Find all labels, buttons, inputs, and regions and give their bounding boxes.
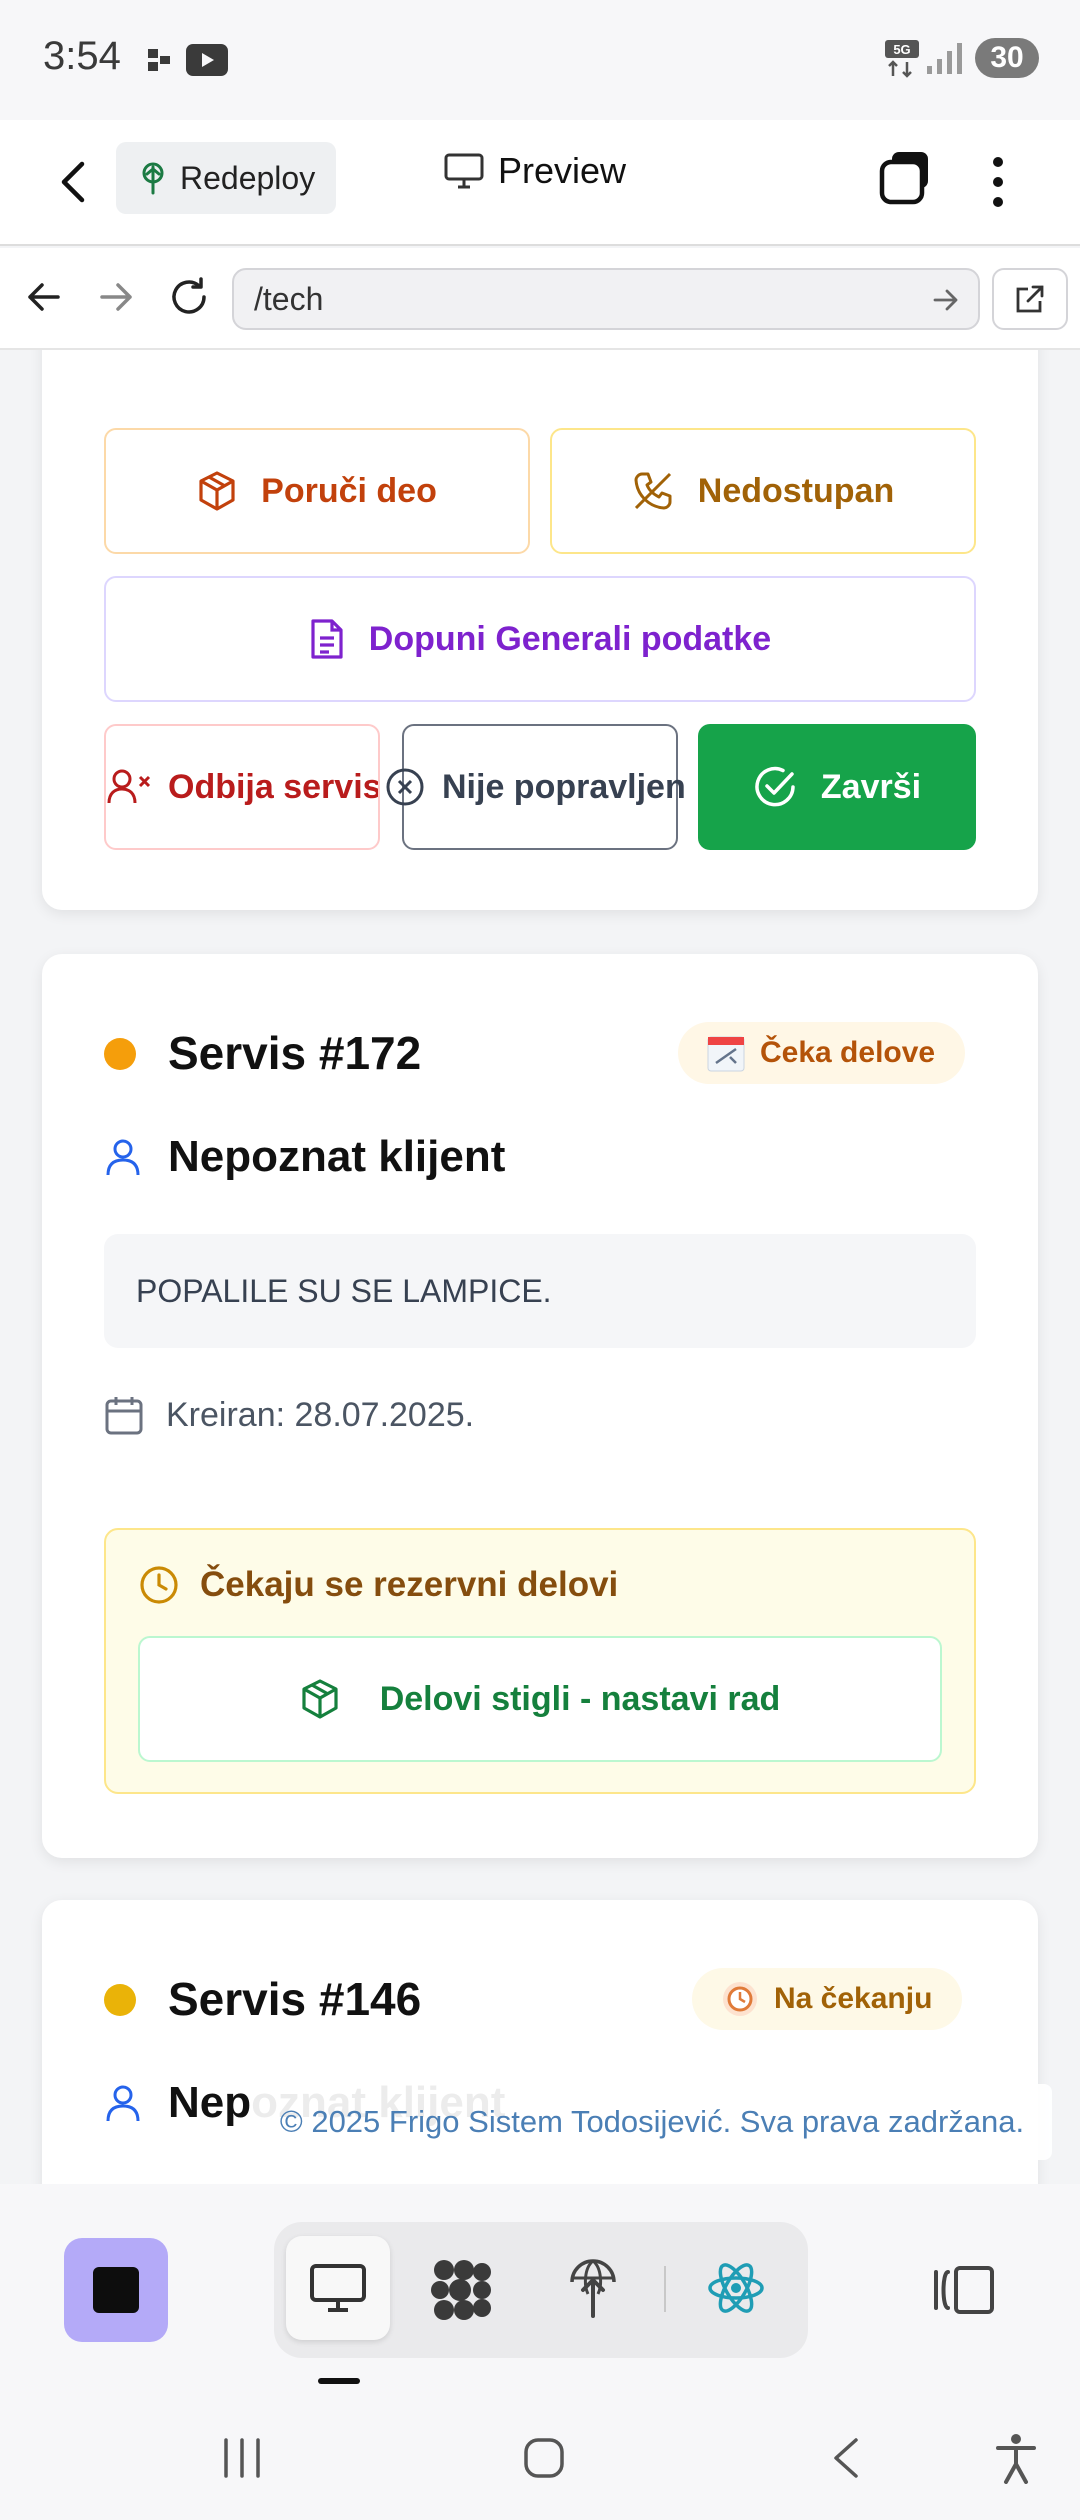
browser-back-icon[interactable] [24, 278, 62, 316]
phone-off-icon [632, 470, 674, 512]
bottom-toolbar [0, 2184, 1080, 2400]
status-badge-label: Na čekanju [774, 1982, 933, 2015]
deploy-globe-icon[interactable] [566, 2252, 620, 2318]
side-panel-icon[interactable] [930, 2264, 996, 2316]
system-nav-bar [0, 2400, 1080, 2520]
react-icon[interactable] [706, 2258, 766, 2318]
parts-arrived-label: Delovi stigli - nastavi rad [379, 1679, 781, 1718]
network-5g-icon: 5G [885, 40, 919, 78]
status-badge: Čeka delove [678, 1022, 966, 1084]
desktop-view-icon[interactable] [286, 2236, 390, 2340]
home-icon[interactable] [522, 2436, 566, 2480]
finish-label: Završi [820, 767, 922, 806]
preview-title: Preview [444, 150, 626, 192]
stop-icon [93, 2267, 139, 2313]
redeploy-button[interactable]: Redeploy [116, 142, 336, 214]
browser-bar: /tech [0, 248, 1080, 350]
url-go-icon[interactable] [932, 286, 960, 314]
client-name: Nepoznat klijent [104, 1132, 505, 1182]
battery-indicator: 30 [975, 38, 1039, 78]
url-text: /tech [254, 280, 324, 317]
redeploy-label: Redeploy [180, 159, 316, 196]
notification-dots-icon [148, 47, 172, 73]
preview-label: Preview [498, 150, 627, 191]
unavailable-label: Nedostupan [697, 471, 895, 510]
accessibility-icon[interactable] [994, 2432, 1038, 2484]
parts-arrived-button[interactable]: Delovi stigli - nastavi rad [138, 1636, 942, 1762]
user-icon [104, 2083, 142, 2123]
status-bar: 3:54 5G 30 [0, 0, 1080, 120]
waiting-parts-text: Čekaju se rezervni delovi [200, 1565, 619, 1604]
calendar-icon [104, 1394, 144, 1436]
package-icon [197, 470, 237, 512]
redeploy-icon [138, 161, 168, 195]
user-icon [104, 1137, 142, 1177]
created-date-text: Kreiran: 28.07.2025. [166, 1395, 475, 1434]
clock-icon [138, 1564, 180, 1606]
calendar-badge-icon [706, 1033, 746, 1073]
monitor-icon [444, 153, 484, 189]
status-dot [104, 1038, 136, 1070]
browser-forward-icon[interactable] [98, 278, 136, 316]
waiting-parts-title: Čekaju se rezervni delovi [138, 1564, 618, 1606]
unavailable-button[interactable]: Nedostupan [550, 428, 976, 554]
recent-apps-icon[interactable] [220, 2436, 264, 2480]
waiting-parts-box: Čekaju se rezervni delovi Delovi stigli … [104, 1528, 976, 1794]
page-content: Poruči deo Nedostupan Dopuni Generali po… [0, 350, 1080, 2184]
check-circle-icon [753, 765, 797, 809]
active-view-indicator [318, 2378, 360, 2384]
client-name-text: Nepoznat klijent [168, 1132, 506, 1181]
stop-button[interactable] [64, 2238, 168, 2342]
user-x-icon [106, 767, 152, 807]
nav-back-icon[interactable] [826, 2436, 866, 2480]
package-check-icon [300, 1678, 340, 1720]
status-badge: Na čekanju [692, 1968, 963, 2030]
refuses-service-button[interactable]: Odbija servis [104, 724, 380, 850]
status-dot [104, 1984, 136, 2016]
service-actions-card: Poruči deo Nedostupan Dopuni Generali po… [42, 350, 1038, 910]
more-options-icon[interactable] [990, 154, 1006, 210]
complete-generali-button[interactable]: Dopuni Generali podatke [104, 576, 976, 702]
complete-generali-label: Dopuni Generali podatke [368, 619, 772, 658]
service-title: Servis #172 [168, 1027, 422, 1079]
status-badge-label: Čeka delove [760, 1036, 936, 1069]
x-circle-icon [384, 766, 426, 808]
svg-text:5G: 5G [893, 42, 910, 57]
status-time: 3:54 [43, 34, 121, 78]
url-bar[interactable]: /tech [232, 268, 980, 330]
document-icon [309, 618, 345, 660]
app-bar: Redeploy Preview [0, 120, 1080, 246]
order-part-button[interactable]: Poruči deo [104, 428, 530, 554]
service-title: Servis #146 [168, 1973, 422, 2025]
created-date: Kreiran: 28.07.2025. [104, 1394, 474, 1436]
refuses-service-label: Odbija servis [168, 767, 380, 806]
open-external-icon[interactable] [992, 268, 1068, 330]
not-repaired-button[interactable]: Nije popravljen [386, 724, 686, 850]
view-switcher [274, 2222, 808, 2358]
service-description: POPALILE SU SE LAMPICE. [104, 1234, 976, 1348]
hourglass-badge-icon [720, 1979, 760, 2019]
copyright-footer: © 2025 Frigo Sistem Todosijević. Sva pra… [252, 2084, 1052, 2160]
reload-icon[interactable] [168, 276, 210, 318]
signal-icon [925, 42, 965, 76]
order-part-label: Poruči deo [261, 471, 437, 510]
service-card[interactable]: Servis #172 Čeka delove Nepoznat klijent… [42, 954, 1038, 1858]
expo-icon[interactable] [430, 2258, 494, 2322]
back-button[interactable] [54, 158, 94, 206]
finish-button[interactable]: Završi [698, 724, 976, 850]
toolbar-divider [664, 2266, 666, 2312]
tabs-icon[interactable] [878, 150, 934, 206]
youtube-icon [186, 44, 228, 76]
not-repaired-label: Nije popravljen [442, 767, 686, 806]
